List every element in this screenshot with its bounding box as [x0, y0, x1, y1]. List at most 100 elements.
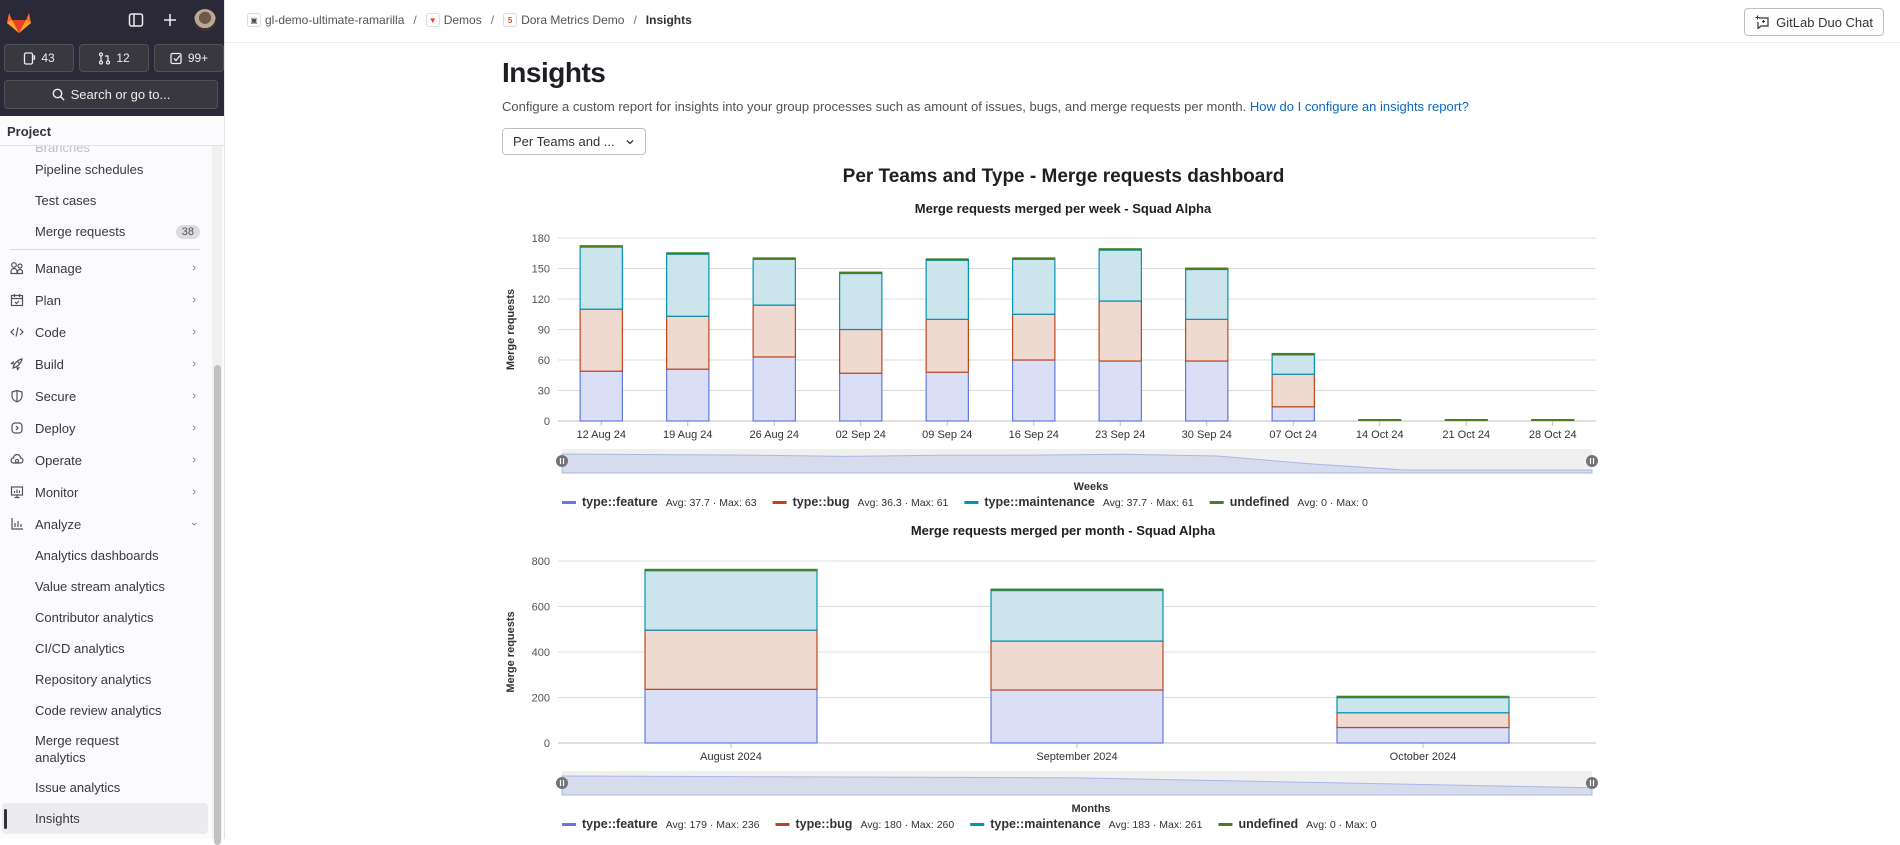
- bar-segment-bug[interactable]: [1012, 313, 1056, 361]
- bar-segment-maintenance[interactable]: [1271, 354, 1315, 375]
- bar-segment-feature[interactable]: [579, 370, 623, 422]
- bar-segment-undefined[interactable]: [839, 271, 883, 274]
- bar-segment-bug[interactable]: [752, 304, 796, 358]
- bar-segment-bug[interactable]: [666, 315, 710, 370]
- sidebar-item-monitor[interactable]: Monitor ›: [0, 476, 210, 508]
- breadcrumb-item-current[interactable]: Insights: [646, 13, 692, 27]
- legend-item-maintenance[interactable]: type::maintenance Avg: 183 · Max: 261: [970, 817, 1203, 831]
- data-zoom-handle-start[interactable]: [556, 777, 568, 789]
- sidebar-item-operate[interactable]: Operate ›: [0, 444, 210, 476]
- legend-item-maintenance[interactable]: type::maintenance Avg: 37.7 · Max: 61: [964, 495, 1194, 509]
- bar-segment-feature[interactable]: [1098, 360, 1142, 422]
- bar-segment-feature[interactable]: [666, 368, 710, 422]
- bar-segment-bug[interactable]: [1271, 373, 1315, 408]
- bar-segment-maintenance[interactable]: [1098, 249, 1142, 302]
- sidebar-item-insights[interactable]: Insights: [2, 803, 208, 834]
- slider-handle-icon[interactable]: [1586, 455, 1598, 467]
- bar-segment-undefined[interactable]: [1336, 695, 1510, 698]
- bar-segment-maintenance[interactable]: [1012, 258, 1056, 315]
- bar-segment-undefined[interactable]: [1271, 352, 1315, 355]
- sidebar-item-code-review-analytics[interactable]: Code review analytics: [0, 695, 210, 726]
- bar-segment-bug[interactable]: [1098, 300, 1142, 362]
- bar-segment-undefined[interactable]: [1358, 419, 1402, 421]
- bar-segment-maintenance[interactable]: [925, 259, 969, 320]
- data-zoom-handle-start[interactable]: [556, 455, 568, 467]
- sidebar-item-issue-analytics[interactable]: Issue analytics: [0, 772, 210, 803]
- gitlab-logo-icon[interactable]: [6, 10, 32, 34]
- breadcrumb-item-subgroup[interactable]: ▼ Demos: [425, 13, 482, 27]
- legend-item-bug[interactable]: type::bug Avg: 36.3 · Max: 61: [772, 495, 949, 509]
- slider-handle-icon[interactable]: [556, 777, 568, 789]
- bar-segment-bug[interactable]: [1185, 318, 1229, 362]
- bar-segment-undefined[interactable]: [925, 258, 969, 261]
- slider-handle-icon[interactable]: [556, 455, 568, 467]
- sidebar-item-plan[interactable]: Plan ›: [0, 284, 210, 316]
- breadcrumb-item-group[interactable]: ▣ gl-demo-ultimate-ramarilla: [247, 13, 404, 27]
- sidebar-item-pipeline-schedules[interactable]: Pipeline schedules: [0, 154, 210, 185]
- slider-handle-icon[interactable]: [1586, 777, 1598, 789]
- bar-segment-maintenance[interactable]: [666, 253, 710, 317]
- data-zoom-handle-end[interactable]: [1586, 777, 1598, 789]
- sidebar-item-manage[interactable]: Manage ›: [0, 252, 210, 284]
- todos-counter-button[interactable]: 99+: [154, 44, 224, 72]
- sidebar-item-build[interactable]: Build ›: [0, 348, 210, 380]
- bar-segment-bug[interactable]: [644, 629, 818, 690]
- bar-segment-undefined[interactable]: [644, 568, 818, 571]
- search-button[interactable]: Search or go to...: [4, 80, 218, 109]
- bar-segment-undefined[interactable]: [1444, 419, 1488, 421]
- bar-segment-maintenance[interactable]: [990, 589, 1164, 642]
- sidebar-item-branches[interactable]: Branches: [0, 146, 210, 154]
- bar-segment-maintenance[interactable]: [1336, 697, 1510, 714]
- sidebar-item-deploy[interactable]: Deploy ›: [0, 412, 210, 444]
- bar-segment-bug[interactable]: [579, 308, 623, 372]
- bar-segment-feature[interactable]: [1271, 406, 1315, 422]
- sidebar-item-repository-analytics[interactable]: Repository analytics: [0, 664, 210, 695]
- sidebar-item-secure[interactable]: Secure ›: [0, 380, 210, 412]
- sidebar-item-analytics-dashboards[interactable]: Analytics dashboards: [0, 540, 210, 571]
- sidebar-toggle-icon[interactable]: [126, 10, 146, 30]
- bar-segment-bug[interactable]: [839, 328, 883, 374]
- sidebar-item-analyze[interactable]: Analyze ›: [0, 508, 210, 540]
- sidebar-item-value-stream-analytics[interactable]: Value stream analytics: [0, 571, 210, 602]
- bar-segment-maintenance[interactable]: [644, 570, 818, 631]
- bar-segment-undefined[interactable]: [666, 252, 710, 255]
- bar-segment-feature[interactable]: [990, 689, 1164, 744]
- sidebar-item-test-cases[interactable]: Test cases: [0, 185, 210, 216]
- bar-segment-undefined[interactable]: [752, 257, 796, 260]
- bar-segment-bug[interactable]: [1336, 712, 1510, 729]
- avatar[interactable]: [194, 9, 216, 31]
- sidebar-scrollbar-thumb[interactable]: [214, 365, 221, 845]
- dashboard-select[interactable]: Per Teams and ...: [502, 128, 646, 155]
- bar-segment-maintenance[interactable]: [1185, 268, 1229, 320]
- bar-segment-undefined[interactable]: [990, 588, 1164, 591]
- bar-segment-feature[interactable]: [925, 371, 969, 422]
- sidebar-item-cicd-analytics[interactable]: CI/CD analytics: [0, 633, 210, 664]
- bar-segment-feature[interactable]: [839, 372, 883, 422]
- bar-segment-undefined[interactable]: [1185, 267, 1229, 270]
- bar-segment-feature[interactable]: [644, 688, 818, 744]
- bar-segment-bug[interactable]: [990, 640, 1164, 691]
- duo-chat-button[interactable]: GitLab Duo Chat: [1744, 8, 1884, 36]
- sidebar-item-merge-requests[interactable]: Merge requests 38: [0, 216, 210, 247]
- bar-segment-undefined[interactable]: [1012, 257, 1056, 260]
- sidebar-item-code[interactable]: Code ›: [0, 316, 210, 348]
- bar-segment-feature[interactable]: [1012, 359, 1056, 422]
- bar-segment-feature[interactable]: [1185, 360, 1229, 422]
- bar-segment-undefined[interactable]: [1531, 419, 1575, 421]
- issues-counter-button[interactable]: 43: [4, 44, 74, 72]
- bar-segment-feature[interactable]: [1336, 726, 1510, 744]
- bar-segment-bug[interactable]: [925, 318, 969, 373]
- legend-item-feature[interactable]: type::feature Avg: 37.7 · Max: 63: [562, 495, 757, 509]
- legend-item-bug[interactable]: type::bug Avg: 180 · Max: 260: [775, 817, 955, 831]
- legend-item-undefined[interactable]: undefined Avg: 0 · Max: 0: [1218, 817, 1377, 831]
- breadcrumb-item-project[interactable]: 5 Dora Metrics Demo: [503, 13, 624, 27]
- bar-segment-maintenance[interactable]: [752, 258, 796, 306]
- merge-requests-counter-button[interactable]: 12: [79, 44, 149, 72]
- sidebar-item-merge-request-analytics[interactable]: Merge request analytics: [0, 726, 210, 772]
- legend-item-undefined[interactable]: undefined Avg: 0 · Max: 0: [1209, 495, 1368, 509]
- legend-item-feature[interactable]: type::feature Avg: 179 · Max: 236: [562, 817, 760, 831]
- plus-icon[interactable]: [160, 10, 180, 30]
- help-link[interactable]: How do I configure an insights report?: [1250, 99, 1469, 114]
- sidebar-item-contributor-analytics[interactable]: Contributor analytics: [0, 602, 210, 633]
- data-zoom-handle-end[interactable]: [1586, 455, 1598, 467]
